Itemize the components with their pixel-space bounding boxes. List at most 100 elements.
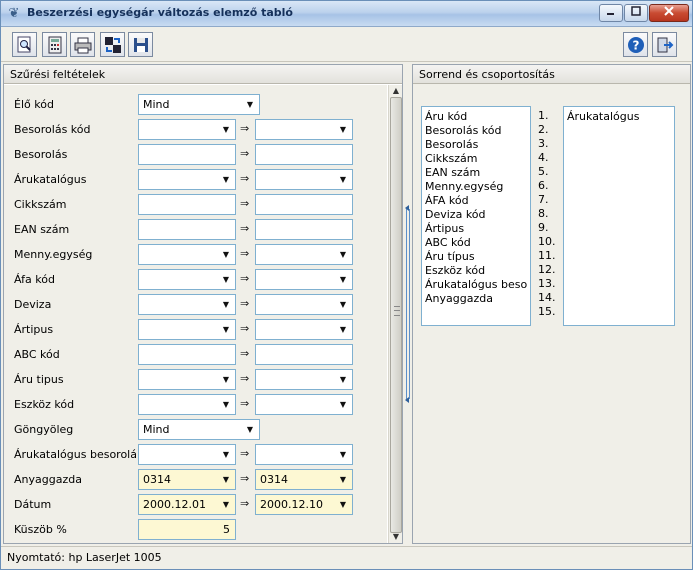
save-button[interactable] — [128, 32, 153, 57]
available-field-item[interactable]: Cikkszám — [425, 152, 527, 166]
filter-row: Élő kód Mind ▼ — [4, 93, 387, 115]
print-button[interactable] — [70, 32, 95, 57]
title-bar[interactable]: ❦ Beszerzési egységár változás elemző ta… — [1, 1, 692, 27]
filter-combo[interactable]: ▼ — [255, 294, 353, 315]
chevron-down-icon[interactable]: ▼ — [219, 121, 233, 138]
filter-input[interactable] — [255, 144, 353, 165]
order-number: 7. — [538, 193, 549, 206]
filter-combo[interactable]: ▼ — [255, 394, 353, 415]
chevron-down-icon[interactable]: ▼ — [336, 246, 350, 263]
filter-combo[interactable]: 2000.12.01 ▼ — [138, 494, 236, 515]
filter-combo[interactable]: ▼ — [138, 319, 236, 340]
scroll-up-icon[interactable]: ▲ — [390, 85, 402, 97]
filter-combo[interactable]: ▼ — [138, 394, 236, 415]
available-field-item[interactable]: Áru típus — [425, 250, 527, 264]
chevron-down-icon[interactable]: ▼ — [219, 271, 233, 288]
filter-combo[interactable]: Mind ▼ — [138, 94, 260, 115]
available-field-item[interactable]: ABC kód — [425, 236, 527, 250]
chevron-down-icon[interactable]: ▼ — [336, 271, 350, 288]
available-field-item[interactable]: Menny.egység — [425, 180, 527, 194]
filter-row: Menny.egység ▼ ⇒ ▼ — [4, 243, 387, 265]
available-field-item[interactable]: Áru kód — [425, 110, 527, 124]
chevron-down-icon[interactable]: ▼ — [219, 171, 233, 188]
close-button[interactable] — [649, 4, 689, 22]
filter-combo[interactable]: ▼ — [255, 319, 353, 340]
filter-combo[interactable]: ▼ — [255, 444, 353, 465]
chevron-down-icon[interactable]: ▼ — [219, 446, 233, 463]
filter-combo[interactable]: ▼ — [138, 269, 236, 290]
available-field-item[interactable]: Eszköz kód — [425, 264, 527, 278]
available-field-item[interactable]: Ártipus — [425, 222, 527, 236]
selected-field-item[interactable]: Árukatalógus — [567, 110, 671, 124]
filter-input[interactable] — [138, 144, 236, 165]
filter-label: Árukatalógus besorolá — [14, 448, 137, 461]
filter-combo[interactable]: ▼ — [138, 369, 236, 390]
filter-combo[interactable]: 0314 ▼ — [138, 469, 236, 490]
chevron-down-icon[interactable]: ▼ — [219, 371, 233, 388]
filter-input[interactable] — [255, 344, 353, 365]
filter-input[interactable] — [138, 219, 236, 240]
filter-input[interactable] — [255, 194, 353, 215]
chevron-down-icon[interactable]: ▼ — [336, 371, 350, 388]
chevron-down-icon[interactable]: ▼ — [336, 171, 350, 188]
available-field-item[interactable]: Anyaggazda — [425, 292, 527, 306]
chevron-down-icon[interactable]: ▼ — [336, 121, 350, 138]
chevron-down-icon[interactable]: ▼ — [219, 246, 233, 263]
filter-row: Árukatalógus besorolá ▼ ⇒ ▼ — [4, 443, 387, 465]
chevron-down-icon[interactable]: ▼ — [336, 471, 350, 488]
panel-splitter[interactable] — [404, 64, 412, 544]
filter-value: Mind — [143, 98, 170, 111]
available-field-item[interactable]: Besorolás kód — [425, 124, 527, 138]
filter-combo[interactable]: ▼ — [255, 369, 353, 390]
chevron-down-icon[interactable]: ▼ — [219, 296, 233, 313]
selected-fields-list[interactable]: Árukatalógus — [563, 106, 675, 326]
filter-value: 0314 — [143, 473, 171, 486]
filter-combo[interactable]: 2000.12.10 ▼ — [255, 494, 353, 515]
filter-combo[interactable]: Mind ▼ — [138, 419, 260, 440]
filter-input[interactable]: 5 — [138, 519, 236, 540]
filter-combo[interactable]: 0314 ▼ — [255, 469, 353, 490]
chevron-down-icon[interactable]: ▼ — [336, 446, 350, 463]
chevron-down-icon[interactable]: ▼ — [219, 471, 233, 488]
filter-combo[interactable]: ▼ — [138, 444, 236, 465]
preview-button[interactable] — [12, 32, 37, 57]
chevron-down-icon[interactable]: ▼ — [336, 321, 350, 338]
filter-input[interactable] — [255, 219, 353, 240]
available-field-item[interactable]: Besorolás — [425, 138, 527, 152]
scroll-thumb[interactable] — [390, 97, 402, 533]
chevron-down-icon[interactable]: ▼ — [336, 296, 350, 313]
filter-combo[interactable]: ▼ — [138, 294, 236, 315]
chevron-down-icon[interactable]: ▼ — [336, 496, 350, 513]
filter-combo[interactable]: ▼ — [138, 244, 236, 265]
available-field-item[interactable]: Deviza kód — [425, 208, 527, 222]
scroll-down-icon[interactable]: ▼ — [390, 531, 402, 543]
chevron-down-icon[interactable]: ▼ — [336, 396, 350, 413]
order-number: 10. — [538, 235, 556, 248]
filter-combo[interactable]: ▼ — [255, 119, 353, 140]
filter-combo[interactable]: ▼ — [138, 119, 236, 140]
filter-combo[interactable]: ▼ — [138, 169, 236, 190]
filter-combo[interactable]: ▼ — [255, 169, 353, 190]
chevron-down-icon[interactable]: ▼ — [219, 496, 233, 513]
filter-combo[interactable]: ▼ — [255, 269, 353, 290]
splitter-handle[interactable] — [405, 205, 410, 403]
available-field-item[interactable]: EAN szám — [425, 166, 527, 180]
chevron-down-icon[interactable]: ▼ — [219, 396, 233, 413]
help-button[interactable]: ? — [623, 32, 648, 57]
minimize-button[interactable] — [599, 4, 623, 22]
available-fields-list[interactable]: Áru kód Besorolás kód Besorolás Cikkszám EAN… — [421, 106, 531, 326]
filter-input[interactable] — [138, 194, 236, 215]
chevron-down-icon[interactable]: ▼ — [243, 96, 257, 113]
order-number: 2. — [538, 123, 549, 136]
filter-scrollbar[interactable]: ▲ ▼ — [388, 85, 402, 543]
chevron-down-icon[interactable]: ▼ — [243, 421, 257, 438]
filter-combo[interactable]: ▼ — [255, 244, 353, 265]
available-field-item[interactable]: ÁFA kód — [425, 194, 527, 208]
export-button[interactable] — [100, 32, 125, 57]
available-field-item[interactable]: Árukatalógus besor — [425, 278, 527, 292]
chevron-down-icon[interactable]: ▼ — [219, 321, 233, 338]
calc-button[interactable] — [42, 32, 67, 57]
filter-input[interactable] — [138, 344, 236, 365]
maximize-button[interactable] — [624, 4, 648, 22]
exit-button[interactable] — [652, 32, 677, 57]
